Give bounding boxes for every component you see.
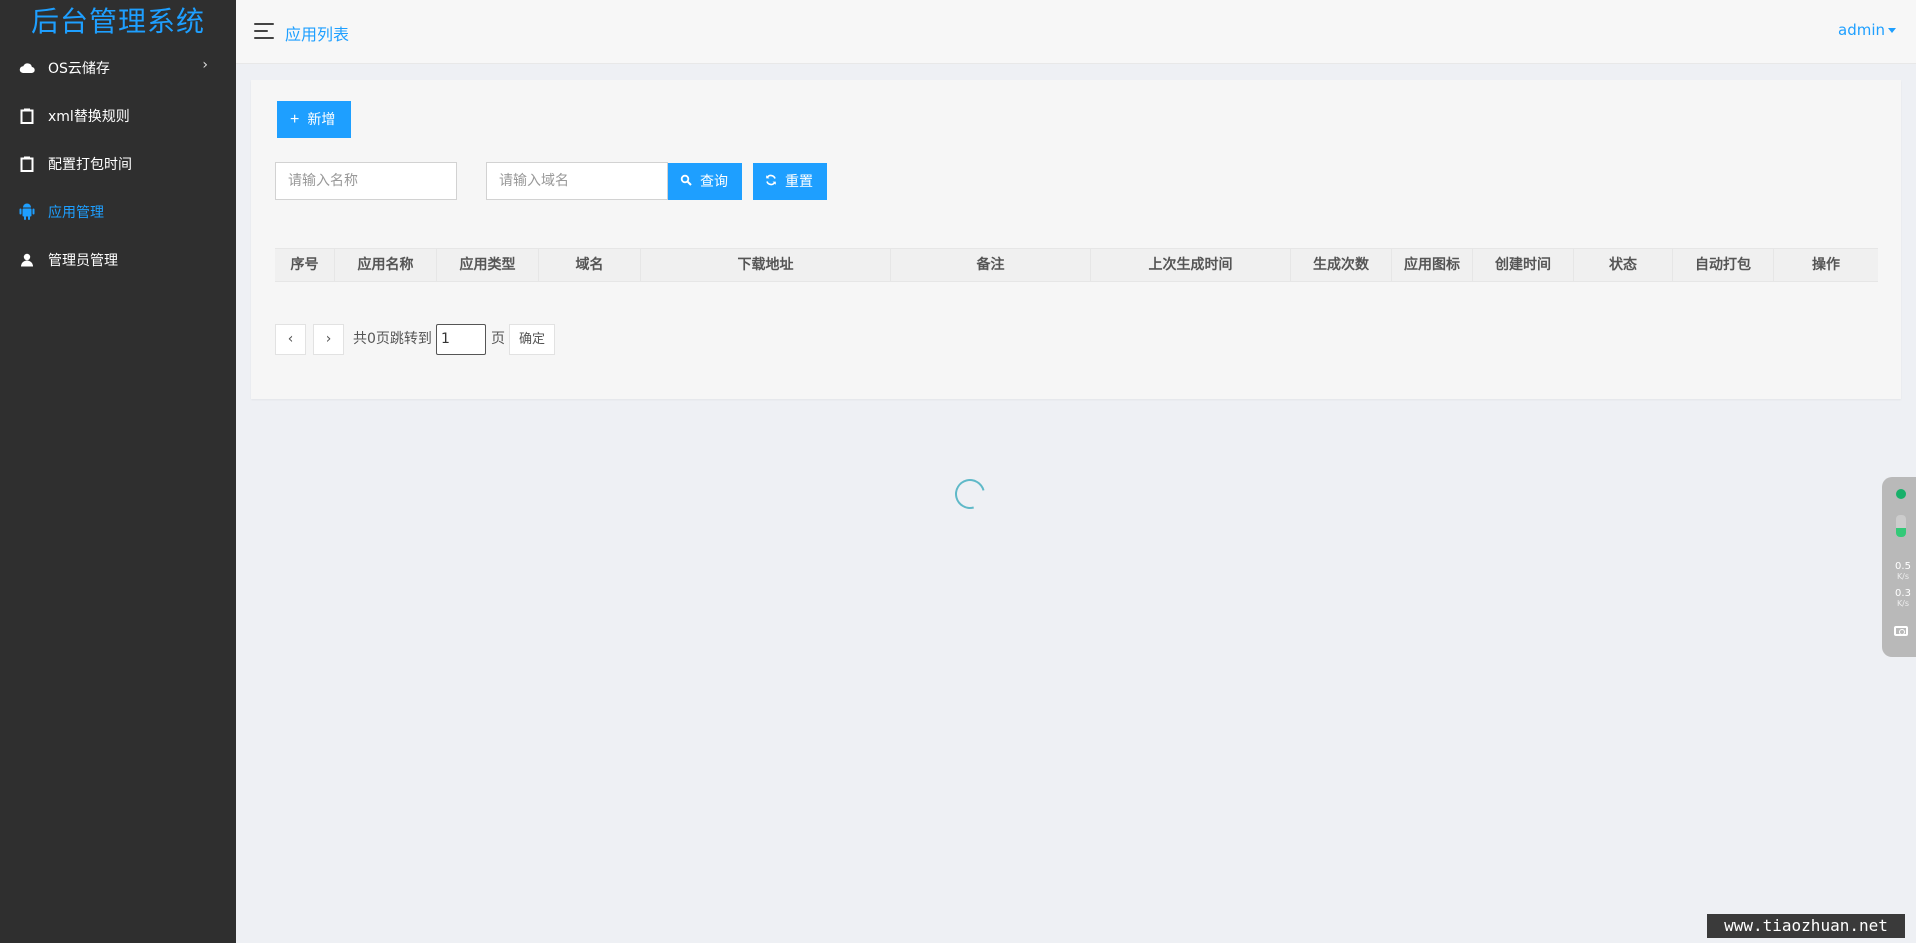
refresh-icon [765,163,777,200]
column-header: 域名 [539,249,641,281]
upload-rate: 0.5 K/s [1895,561,1911,582]
sidebar-item-label: 管理员管理 [48,253,118,269]
next-page-button[interactable]: › [313,324,344,355]
column-header: 自动打包 [1673,249,1774,281]
column-header: 序号 [275,249,335,281]
domain-search-input[interactable]: 请输入域名 [486,162,668,200]
column-header: 应用图标 [1392,249,1473,281]
sidebar: 后台管理系统 OS云储存 › xml替换规则 配置打包时间 应用管理 管理员管理 [0,0,236,943]
camera-icon[interactable] [1894,626,1908,636]
search-button[interactable]: 查询 [668,163,742,200]
chevron-right-icon: › [202,57,208,73]
column-header: 上次生成时间 [1091,249,1291,281]
sidebar-item-label: 应用管理 [48,205,104,221]
column-header: 应用类型 [437,249,539,281]
add-button-label: 新增 [307,111,336,127]
user-menu[interactable]: admin [1838,21,1896,39]
pager-total-text: 共0页跳转到 [353,331,432,347]
sidebar-item-app-management[interactable]: 应用管理 [0,188,236,236]
memory-bar [1896,515,1906,537]
page-confirm-button[interactable]: 确定 [509,324,555,355]
column-header: 应用名称 [335,249,437,281]
android-icon [18,203,36,221]
page-unit-label: 页 [491,331,505,347]
add-button[interactable]: + 新增 [277,101,351,138]
watermark: www.tiaozhuan.net [1707,914,1905,938]
column-header: 创建时间 [1473,249,1574,281]
sidebar-item-pack-time[interactable]: 配置打包时间 [0,140,236,188]
page-title: 应用列表 [285,25,350,44]
sidebar-nav: OS云储存 › xml替换规则 配置打包时间 应用管理 管理员管理 [0,44,236,284]
content-panel: + 新增 请输入名称 请输入域名 查询 重置 序号 应用名称 应用类型 域名 下… [251,80,1901,399]
caret-down-icon [1888,28,1896,33]
download-rate: 0.3 K/s [1895,588,1911,609]
app-title: 后台管理系统 [30,5,205,38]
cloud-icon [18,59,36,77]
column-header: 备注 [891,249,1091,281]
reset-button-label: 重置 [785,173,813,189]
column-header: 下载地址 [641,249,891,281]
reset-button[interactable]: 重置 [753,163,827,200]
sidebar-item-admin-management[interactable]: 管理员管理 [0,236,236,284]
prev-page-button[interactable]: ‹ [275,324,306,355]
column-header: 状态 [1574,249,1673,281]
sidebar-item-label: 配置打包时间 [48,157,132,173]
search-button-label: 查询 [700,173,728,189]
page-jump-input[interactable]: 1 [436,324,486,355]
plus-icon: + [290,111,300,128]
sidebar-item-label: xml替换规则 [48,109,130,125]
column-header: 操作 [1812,257,1840,273]
search-icon [680,163,692,200]
menu-toggle-icon[interactable] [254,23,274,39]
column-header: 生成次数 [1291,249,1392,281]
loading-spinner-icon [949,473,991,515]
name-search-input[interactable]: 请输入名称 [275,162,457,200]
clipboard-icon [18,155,36,173]
sidebar-item-xml-rules[interactable]: xml替换规则 [0,92,236,140]
status-dot-icon [1896,489,1906,499]
app-table-header: 序号 应用名称 应用类型 域名 下载地址 备注 上次生成时间 生成次数 应用图标… [275,248,1878,282]
sidebar-item-os-storage[interactable]: OS云储存 › [0,44,236,92]
top-header: 应用列表 admin [236,0,1916,64]
username: admin [1838,21,1885,39]
user-icon [18,251,36,269]
sidebar-item-label: OS云储存 [48,61,110,77]
network-monitor-widget[interactable]: 0.5 K/s 0.3 K/s [1882,477,1916,657]
clipboard-icon [18,107,36,125]
